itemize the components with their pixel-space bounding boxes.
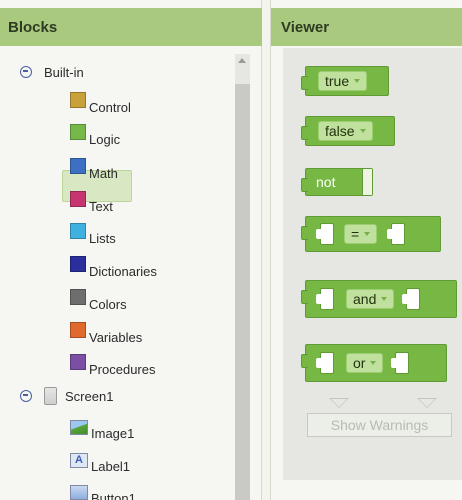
tree-item-button1[interactable]: Button1 bbox=[70, 483, 136, 500]
procedures-swatch-icon bbox=[70, 354, 86, 370]
input-socket[interactable] bbox=[362, 169, 372, 195]
blocks-header: Blocks bbox=[0, 8, 262, 46]
tree-item-dictionaries[interactable]: Dictionaries bbox=[70, 256, 157, 280]
right-input-socket[interactable] bbox=[387, 223, 406, 245]
tree-item-lists[interactable]: Lists bbox=[70, 223, 116, 247]
image-icon bbox=[70, 419, 88, 435]
right-input-socket[interactable] bbox=[391, 352, 410, 374]
math-swatch-icon bbox=[70, 158, 86, 174]
control-swatch-icon bbox=[70, 92, 86, 108]
logic-false-block[interactable]: false bbox=[301, 116, 395, 146]
chevron-down-icon bbox=[354, 79, 361, 83]
error-arrow-icon bbox=[417, 398, 437, 408]
scroll-up-arrow-icon[interactable] bbox=[238, 58, 246, 63]
or-dropdown[interactable]: or bbox=[346, 353, 384, 373]
collapse-icon[interactable] bbox=[20, 390, 32, 402]
tree-item-text[interactable]: Text bbox=[70, 191, 113, 215]
blocks-tree: Built-in Control Logic Math Text Lists D… bbox=[0, 54, 236, 500]
tree-item-procedures[interactable]: Procedures bbox=[70, 354, 155, 378]
tree-item-label1[interactable]: A Label1 bbox=[70, 451, 130, 475]
variables-swatch-icon bbox=[70, 322, 86, 338]
screen-icon bbox=[44, 387, 57, 405]
tree-item-variables[interactable]: Variables bbox=[70, 322, 142, 346]
left-input-socket[interactable] bbox=[316, 352, 334, 374]
right-input-socket[interactable] bbox=[402, 288, 421, 310]
logic-or-block[interactable]: or bbox=[301, 344, 447, 382]
tree-item-control[interactable]: Control bbox=[70, 92, 131, 116]
dictionaries-swatch-icon bbox=[70, 256, 86, 272]
blocks-panel: Blocks Built-in Control Logic Math Text … bbox=[0, 0, 262, 500]
button-icon bbox=[70, 484, 88, 500]
colors-swatch-icon bbox=[70, 289, 86, 305]
left-input-socket[interactable] bbox=[316, 223, 334, 245]
logic-and-block[interactable]: and bbox=[301, 280, 457, 318]
logic-compare-block[interactable]: = bbox=[301, 216, 441, 252]
chevron-down-icon bbox=[359, 129, 366, 133]
chevron-down-icon bbox=[370, 361, 377, 365]
collapse-icon[interactable] bbox=[20, 66, 32, 78]
scrollbar-thumb[interactable] bbox=[235, 84, 250, 500]
compare-dropdown[interactable]: = bbox=[344, 224, 378, 244]
chevron-down-icon bbox=[381, 297, 388, 301]
tree-item-image1[interactable]: Image1 bbox=[70, 418, 134, 442]
logic-true-block[interactable]: true bbox=[301, 66, 389, 96]
logic-swatch-icon bbox=[70, 124, 86, 140]
viewer-panel: Viewer true false not = and or Show Warn… bbox=[270, 0, 462, 500]
left-input-socket[interactable] bbox=[316, 288, 334, 310]
chevron-down-icon bbox=[364, 232, 371, 236]
warning-arrow-icon bbox=[329, 398, 349, 408]
and-dropdown[interactable]: and bbox=[346, 289, 395, 309]
logic-not-block[interactable]: not bbox=[301, 168, 373, 196]
lists-swatch-icon bbox=[70, 223, 86, 239]
text-swatch-icon bbox=[70, 191, 86, 207]
tree-item-built-in[interactable]: Built-in bbox=[20, 60, 84, 84]
tree-item-math[interactable]: Math bbox=[70, 158, 118, 182]
false-dropdown[interactable]: false bbox=[318, 121, 373, 141]
tree-item-screen1[interactable]: Screen1 bbox=[20, 384, 113, 408]
tree-item-logic[interactable]: Logic bbox=[70, 124, 120, 148]
true-dropdown[interactable]: true bbox=[318, 71, 368, 91]
tree-item-colors[interactable]: Colors bbox=[70, 289, 127, 313]
label-icon: A bbox=[70, 452, 88, 468]
show-warnings-button[interactable]: Show Warnings bbox=[307, 413, 452, 437]
viewer-header: Viewer bbox=[271, 8, 462, 46]
